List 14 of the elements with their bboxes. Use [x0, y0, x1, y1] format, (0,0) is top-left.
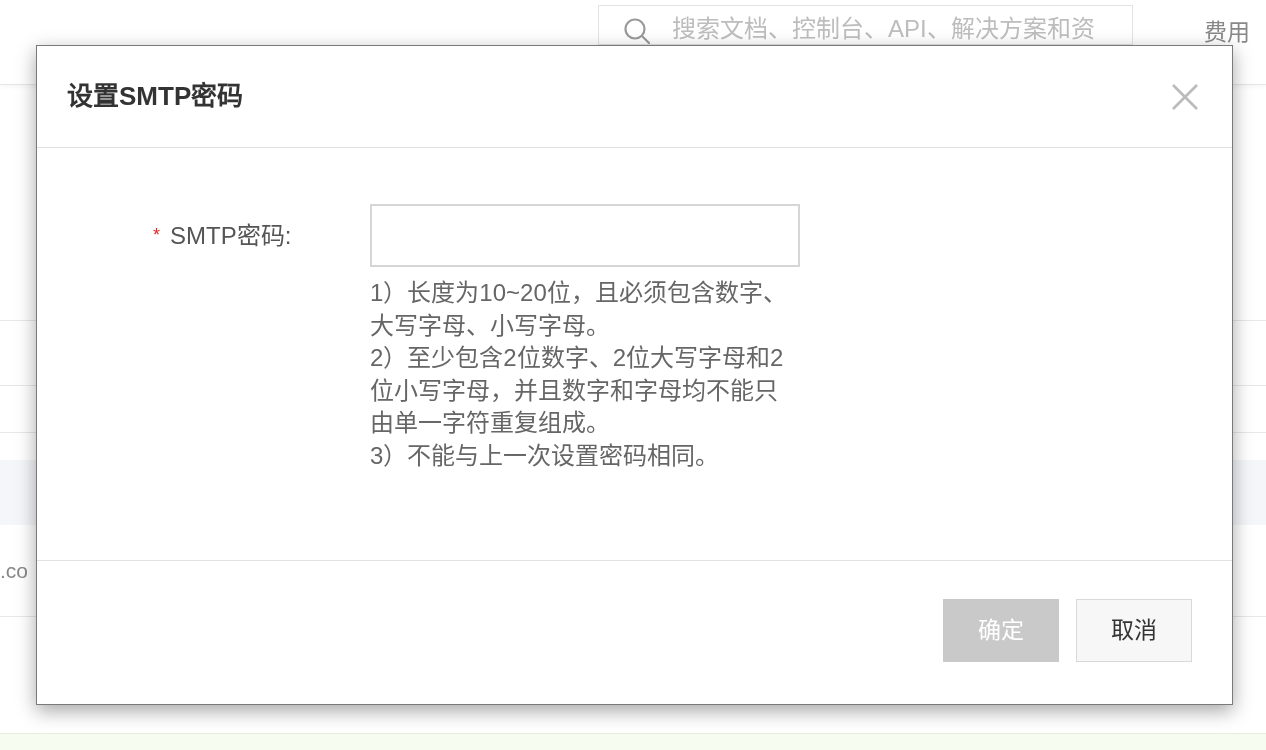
search-icon [624, 18, 650, 44]
required-mark: * [153, 224, 160, 247]
close-button[interactable] [1172, 83, 1198, 110]
hint-text: 3）不能与上一次设置密码相同。 [370, 440, 721, 471]
hint-text: 2）至少包含2位数字、2位大写字母和2位小写字母，并且数字和字母均不能只由单一字符重复组成。 [370, 343, 785, 438]
cancel-button[interactable]: 取消 [1076, 599, 1192, 662]
hint-text: 1）长度为10~20位，且必须包含数字、大写字母、小写字母。 [370, 278, 788, 341]
close-icon [1172, 83, 1198, 110]
table-cell-text: .co [0, 557, 28, 584]
dialog-title: 设置SMTP密码 [67, 80, 244, 113]
password-field[interactable] [370, 204, 800, 267]
field-label: SMTP密码: [170, 220, 292, 251]
fees-link[interactable]: 费用 [1204, 19, 1250, 45]
search-field[interactable]: 搜索文档、控制台、API、解决方案和资 [598, 5, 1133, 45]
